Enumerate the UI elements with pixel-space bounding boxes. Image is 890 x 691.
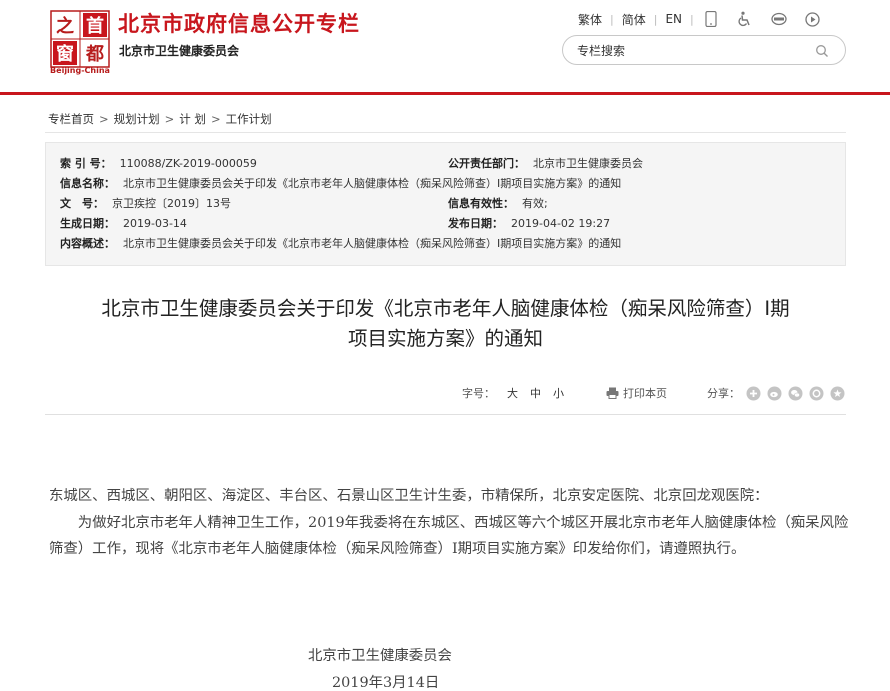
breadcrumb-separator: > [210,112,221,126]
breadcrumb-separator: > [164,112,175,126]
elder-mode-icon[interactable] [762,12,796,26]
print-label: 打印本页 [623,387,667,400]
share-wechat-icon[interactable] [788,386,803,401]
generated-date-row: 生成日期： 2019-03-14 [60,217,187,230]
share-qzone-icon[interactable] [746,386,761,401]
site-title[interactable]: 北京市政府信息公开专栏 [118,8,360,38]
top-links: 繁体 | 简体 | EN | [570,9,830,29]
print-button[interactable]: 打印本页 [606,384,667,402]
article-title-line-1: 北京市卫生健康委员会关于印发《北京市老年人脑健康体检（痴呆风险筛查）Ⅰ期 [101,297,790,320]
font-size-medium-button[interactable]: 中 [530,385,541,401]
validity-row: 信息有效性： 有效; [448,197,548,210]
article-body: 东城区、西城区、朝阳区、海淀区、丰台区、石景山区卫生计生委，市精保所，北京安定医… [49,483,849,563]
index-number-row: 索 引 号： 110088/ZK-2019-000059 [60,157,257,170]
share-weibo-icon[interactable] [767,386,782,401]
signoff: 北京市卫生健康委员会 2019年3月14日 [308,643,452,691]
body-paragraph: 为做好北京市老年人精神卫生工作，2019年我委将在东城区、西城区等六个城区开展北… [49,514,849,558]
toolbar-divider [45,414,846,415]
breadcrumb-divider [45,132,846,133]
site-header: 之 首 窗 都 Beijing-China 北京市政府信息公开专栏 北京市卫生健… [0,0,890,92]
published-date-row: 发布日期： 2019-04-02 19:27 [448,217,611,230]
english-link[interactable]: EN [657,12,690,26]
accessibility-icon[interactable] [728,11,762,27]
breadcrumb-home[interactable]: 专栏首页 [48,112,94,126]
signer: 北京市卫生健康委员会 [308,648,452,664]
site-subtitle: 北京市卫生健康委员会 [119,44,240,58]
mobile-icon[interactable] [694,11,728,27]
header-divider [0,92,890,95]
simplified-chinese-link[interactable]: 简体 [614,11,654,28]
font-size-small-button[interactable]: 小 [553,385,564,401]
logo-caption: Beijing-China [50,66,110,75]
info-name-row: 信息名称： 北京市卫生健康委员会关于印发《北京市老年人脑健康体检（痴呆风险筛查）Ⅰ… [60,177,622,190]
search-input[interactable] [577,42,807,59]
svg-text:都: 都 [85,44,104,65]
document-number-row: 文 号： 京卫疾控〔2019〕13号 [60,197,231,210]
breadcrumb-planning[interactable]: 规划计划 [114,112,160,126]
responsible-dept-row: 公开责任部门： 北京市卫生健康委员会 [448,157,643,170]
audio-play-icon[interactable] [796,11,830,27]
font-size-controls: 字号： 大 中 小 [462,384,564,402]
issue-date: 2019年3月14日 [332,675,440,691]
svg-text:之: 之 [56,15,74,37]
svg-text:窗: 窗 [56,43,74,65]
breadcrumb-plan[interactable]: 计 划 [179,112,206,126]
font-size-label: 字号： [462,387,495,400]
printer-icon [606,387,619,399]
share-renren-icon[interactable] [809,386,824,401]
column-search-box [562,35,846,65]
breadcrumb-separator: > [99,112,109,126]
recipients-paragraph: 东城区、西城区、朝阳区、海淀区、丰台区、石景山区卫生计生委，市精保所，北京安定医… [49,488,769,504]
breadcrumb-work-plan[interactable]: 工作计划 [226,112,272,126]
summary-row: 内容概述： 北京市卫生健康委员会关于印发《北京市老年人脑健康体检（痴呆风险筛查）Ⅰ… [60,237,622,250]
share-more-icon[interactable] [830,386,845,401]
share-bar: 分享： [707,384,845,402]
article-title: 北京市卫生健康委员会关于印发《北京市老年人脑健康体检（痴呆风险筛查）Ⅰ期 项目实… [45,294,846,354]
share-label: 分享： [707,387,740,400]
search-icon[interactable] [815,43,829,62]
capital-window-logo[interactable]: 之 首 窗 都 [50,10,110,68]
font-size-large-button[interactable]: 大 [507,385,518,401]
article-title-line-2: 项目实施方案》的通知 [347,327,543,350]
traditional-chinese-link[interactable]: 繁体 [570,11,610,28]
svg-text:首: 首 [86,15,104,37]
document-info-box: 索 引 号： 110088/ZK-2019-000059 公开责任部门： 北京市卫生… [45,142,846,266]
breadcrumb: 专栏首页 > 规划计划 > 计 划 > 工作计划 [48,111,272,127]
